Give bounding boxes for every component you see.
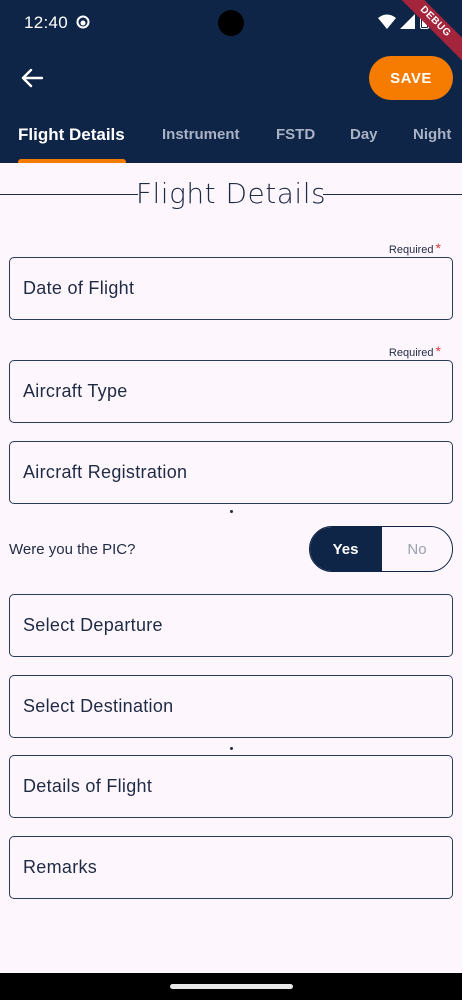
tab-flight-details[interactable]: Flight Details: [18, 125, 125, 145]
aircraft-registration-field[interactable]: Aircraft Registration: [9, 441, 453, 504]
system-nav-bar: [0, 973, 462, 1000]
remarks-field[interactable]: Remarks: [9, 836, 453, 899]
pic-no-button[interactable]: No: [381, 527, 452, 571]
active-tab-indicator: [18, 159, 126, 163]
back-button[interactable]: [18, 64, 46, 92]
date-of-flight-field[interactable]: Date of Flight: [9, 257, 453, 320]
pic-yes-button[interactable]: Yes: [310, 527, 381, 571]
details-of-flight-field[interactable]: Details of Flight: [9, 755, 453, 818]
home-indicator[interactable]: [170, 984, 293, 989]
details-of-flight-label: Details of Flight: [23, 776, 153, 796]
tab-night[interactable]: Night: [413, 126, 451, 143]
date-of-flight-label: Date of Flight: [23, 278, 135, 298]
status-time: 12:40: [24, 13, 69, 32]
required-star: *: [435, 343, 441, 359]
dnd-icon: [76, 15, 90, 29]
required-label-aircraft-type: Required *: [389, 343, 441, 359]
required-star: *: [435, 240, 441, 256]
spacer-dot: [230, 747, 233, 750]
tab-day[interactable]: Day: [350, 126, 378, 143]
tab-instrument[interactable]: Instrument: [162, 126, 240, 143]
remarks-label: Remarks: [23, 857, 98, 877]
app-header: 12:40 DEBUG SAVE Flight Details Instrume…: [0, 0, 462, 163]
select-departure-label: Select Departure: [23, 615, 163, 635]
required-label-date: Required *: [389, 240, 441, 256]
spacer-dot: [230, 510, 233, 513]
section-divider-right: [323, 194, 462, 195]
tab-bar: Flight Details Instrument FSTD Day Night: [0, 118, 462, 163]
required-text: Required: [388, 347, 434, 359]
save-button[interactable]: SAVE: [369, 56, 453, 100]
select-destination-label: Select Destination: [23, 696, 174, 716]
pic-question-label: Were you the PIC?: [9, 541, 136, 558]
select-departure-field[interactable]: Select Departure: [9, 594, 453, 657]
back-arrow-icon: [21, 68, 43, 88]
camera-cutout: [218, 10, 244, 36]
section-header: Flight Details: [0, 176, 462, 212]
aircraft-registration-label: Aircraft Registration: [23, 462, 188, 482]
aircraft-type-label: Aircraft Type: [23, 381, 128, 401]
select-destination-field[interactable]: Select Destination: [9, 675, 453, 738]
aircraft-type-field[interactable]: Aircraft Type: [9, 360, 453, 423]
tab-fstd[interactable]: FSTD: [276, 126, 315, 143]
required-text: Required: [388, 244, 434, 256]
pic-toggle: Yes No: [309, 526, 453, 572]
